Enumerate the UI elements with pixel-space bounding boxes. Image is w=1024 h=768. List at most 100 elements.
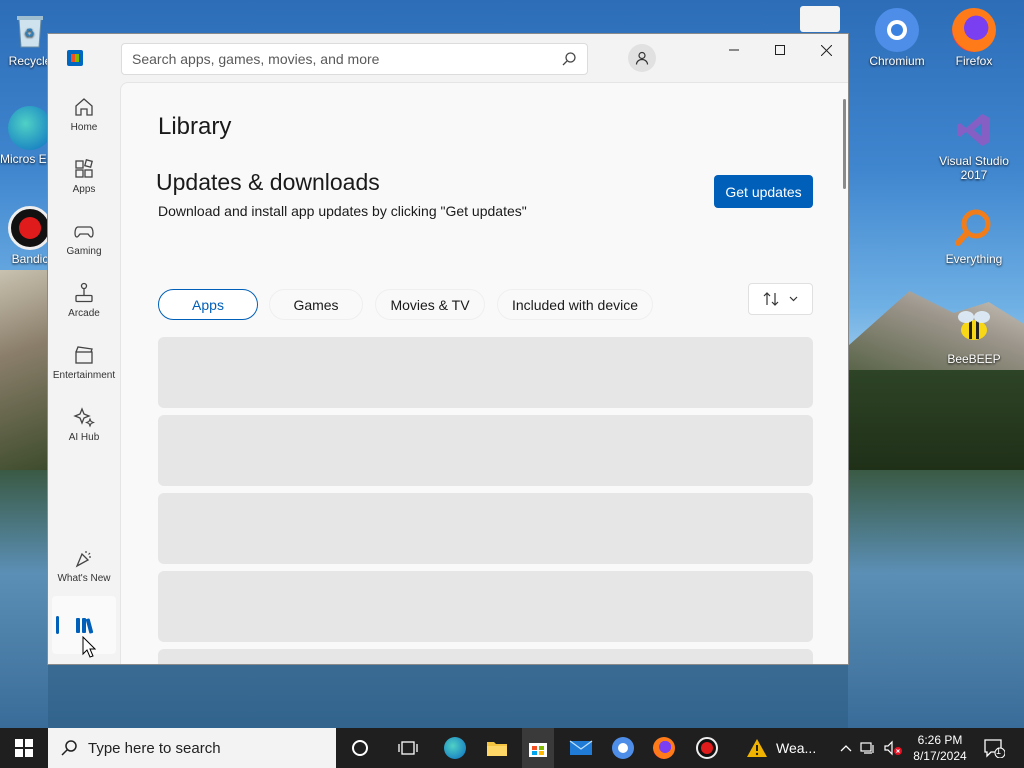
taskbar-bandicam[interactable] (695, 736, 719, 760)
edge-icon (444, 737, 466, 759)
sidebar-item-ai-hub[interactable]: AI Hub (48, 398, 120, 456)
bandicam-icon (8, 206, 52, 250)
library-icon (76, 618, 94, 634)
filter-included-with-device[interactable]: Included with device (497, 289, 653, 320)
weather-warning-icon (747, 739, 767, 757)
task-view-button[interactable] (396, 736, 420, 760)
scrollbar[interactable] (843, 99, 846, 189)
clock-time: 6:26 PM (917, 733, 963, 747)
desktop-icon-label: BeeBEEP (947, 352, 1001, 366)
apps-icon (75, 159, 93, 178)
get-updates-button[interactable]: Get updates (714, 175, 813, 208)
clock[interactable]: 6:26 PM 8/17/2024 (905, 732, 975, 764)
desktop-icon-chromium[interactable]: Chromium (861, 8, 933, 68)
gamepad-icon (74, 226, 94, 238)
sidebar-item-label: What's New (57, 573, 111, 584)
sidebar-item-home[interactable]: Home (48, 88, 120, 146)
page-title: Library (158, 113, 232, 140)
notepad-icon (800, 6, 840, 32)
search-box[interactable] (121, 43, 588, 75)
desktop-wallpaper-lake-left (0, 470, 48, 728)
weather-label: Wea... (776, 740, 817, 756)
home-icon (75, 98, 93, 116)
filter-apps[interactable]: Apps (158, 289, 258, 320)
notification-count: 1 (996, 746, 1002, 756)
account-avatar[interactable] (628, 44, 656, 72)
minimize-button[interactable] (711, 34, 757, 66)
desktop-icon-label: Bandic (11, 252, 49, 266)
taskbar-search[interactable]: Type here to search (48, 728, 336, 768)
loading-placeholder (158, 493, 813, 564)
taskbar-file-explorer[interactable] (485, 736, 509, 760)
everything-icon (952, 206, 996, 250)
loading-placeholder (158, 571, 813, 642)
desktop-icon-label: Recycle (8, 54, 52, 68)
desktop-icon-everything[interactable]: Everything (938, 206, 1010, 266)
store-icon (529, 743, 547, 757)
person-icon (635, 51, 649, 65)
svg-text:♻: ♻ (24, 26, 35, 40)
clock-date: 8/17/2024 (913, 749, 967, 763)
search-icon[interactable] (561, 51, 577, 67)
taskbar-chromium[interactable] (611, 736, 635, 760)
maximize-icon (775, 45, 785, 55)
taskbar-microsoft-store[interactable] (526, 736, 550, 760)
sidebar-item-gaming[interactable]: Gaming (48, 212, 120, 270)
chromium-icon (875, 8, 919, 52)
desktop-wallpaper-forest (848, 370, 1024, 470)
weather-widget[interactable]: Wea... (746, 728, 816, 768)
library-content: Library Updates & downloads Download and… (120, 82, 848, 664)
loading-placeholder (158, 649, 813, 664)
chevron-up-icon[interactable] (840, 744, 852, 752)
notification-icon (984, 739, 1005, 758)
desktop-icon-label: Chromium (869, 54, 925, 68)
cortana-button[interactable] (348, 736, 372, 760)
close-icon (820, 44, 832, 56)
task-view-icon (398, 741, 418, 755)
taskbar-firefox[interactable] (652, 736, 676, 760)
bee-icon (952, 306, 996, 350)
sidebar-item-label: Home (70, 122, 98, 133)
sidebar-item-arcade[interactable]: Arcade (48, 274, 120, 332)
close-button[interactable] (803, 34, 848, 66)
start-button[interactable] (0, 728, 48, 768)
firefox-icon (952, 8, 996, 52)
maximize-button[interactable] (757, 34, 803, 66)
sidebar-nav: Home Apps Gaming Arcade Entertainment AI… (48, 82, 120, 664)
mouse-cursor-icon (82, 636, 96, 658)
desktop-icon-notepad[interactable] (792, 6, 848, 34)
desktop-icon-visual-studio[interactable]: Visual Studio 2017 (938, 108, 1010, 182)
microsoft-store-logo-icon (67, 50, 83, 66)
taskbar: Type here to search Wea... 6:26 PM 8/17/… (0, 728, 1024, 768)
recycle-bin-icon: ♻ (8, 8, 52, 52)
sidebar-item-entertainment[interactable]: Entertainment (48, 336, 120, 394)
visual-studio-icon (952, 108, 996, 152)
store-window: Home Apps Gaming Arcade Entertainment AI… (47, 33, 849, 665)
network-icon[interactable] (860, 741, 876, 755)
firefox-icon (653, 737, 675, 759)
filter-games[interactable]: Games (269, 289, 363, 320)
active-indicator (56, 616, 59, 634)
desktop-icon-beebeep[interactable]: BeeBEEP (938, 306, 1010, 366)
sort-button[interactable] (748, 283, 813, 315)
volume-muted-icon[interactable] (884, 740, 902, 756)
section-description: Download and install app updates by clic… (158, 203, 527, 219)
search-input[interactable] (122, 44, 542, 74)
title-bar (48, 34, 848, 82)
desktop-icon-firefox[interactable]: Firefox (938, 8, 1010, 68)
notification-center-button[interactable]: 1 (982, 736, 1006, 760)
sidebar-item-label: Gaming (66, 246, 102, 257)
sidebar-item-label: Apps (72, 184, 96, 195)
sidebar-item-apps[interactable]: Apps (48, 150, 120, 208)
desktop-icon-label: Everything (945, 252, 1003, 266)
filter-movies-tv[interactable]: Movies & TV (375, 289, 485, 320)
joystick-icon (75, 282, 93, 303)
sort-icon (763, 292, 779, 306)
sidebar-item-whats-new[interactable]: What's New (48, 539, 120, 597)
clapperboard-icon (75, 346, 93, 364)
mail-icon (569, 740, 593, 755)
record-icon (696, 737, 718, 759)
taskbar-edge[interactable] (443, 736, 467, 760)
taskbar-mail[interactable] (569, 736, 593, 760)
desktop-icon-label: Visual Studio 2017 (939, 154, 1009, 182)
